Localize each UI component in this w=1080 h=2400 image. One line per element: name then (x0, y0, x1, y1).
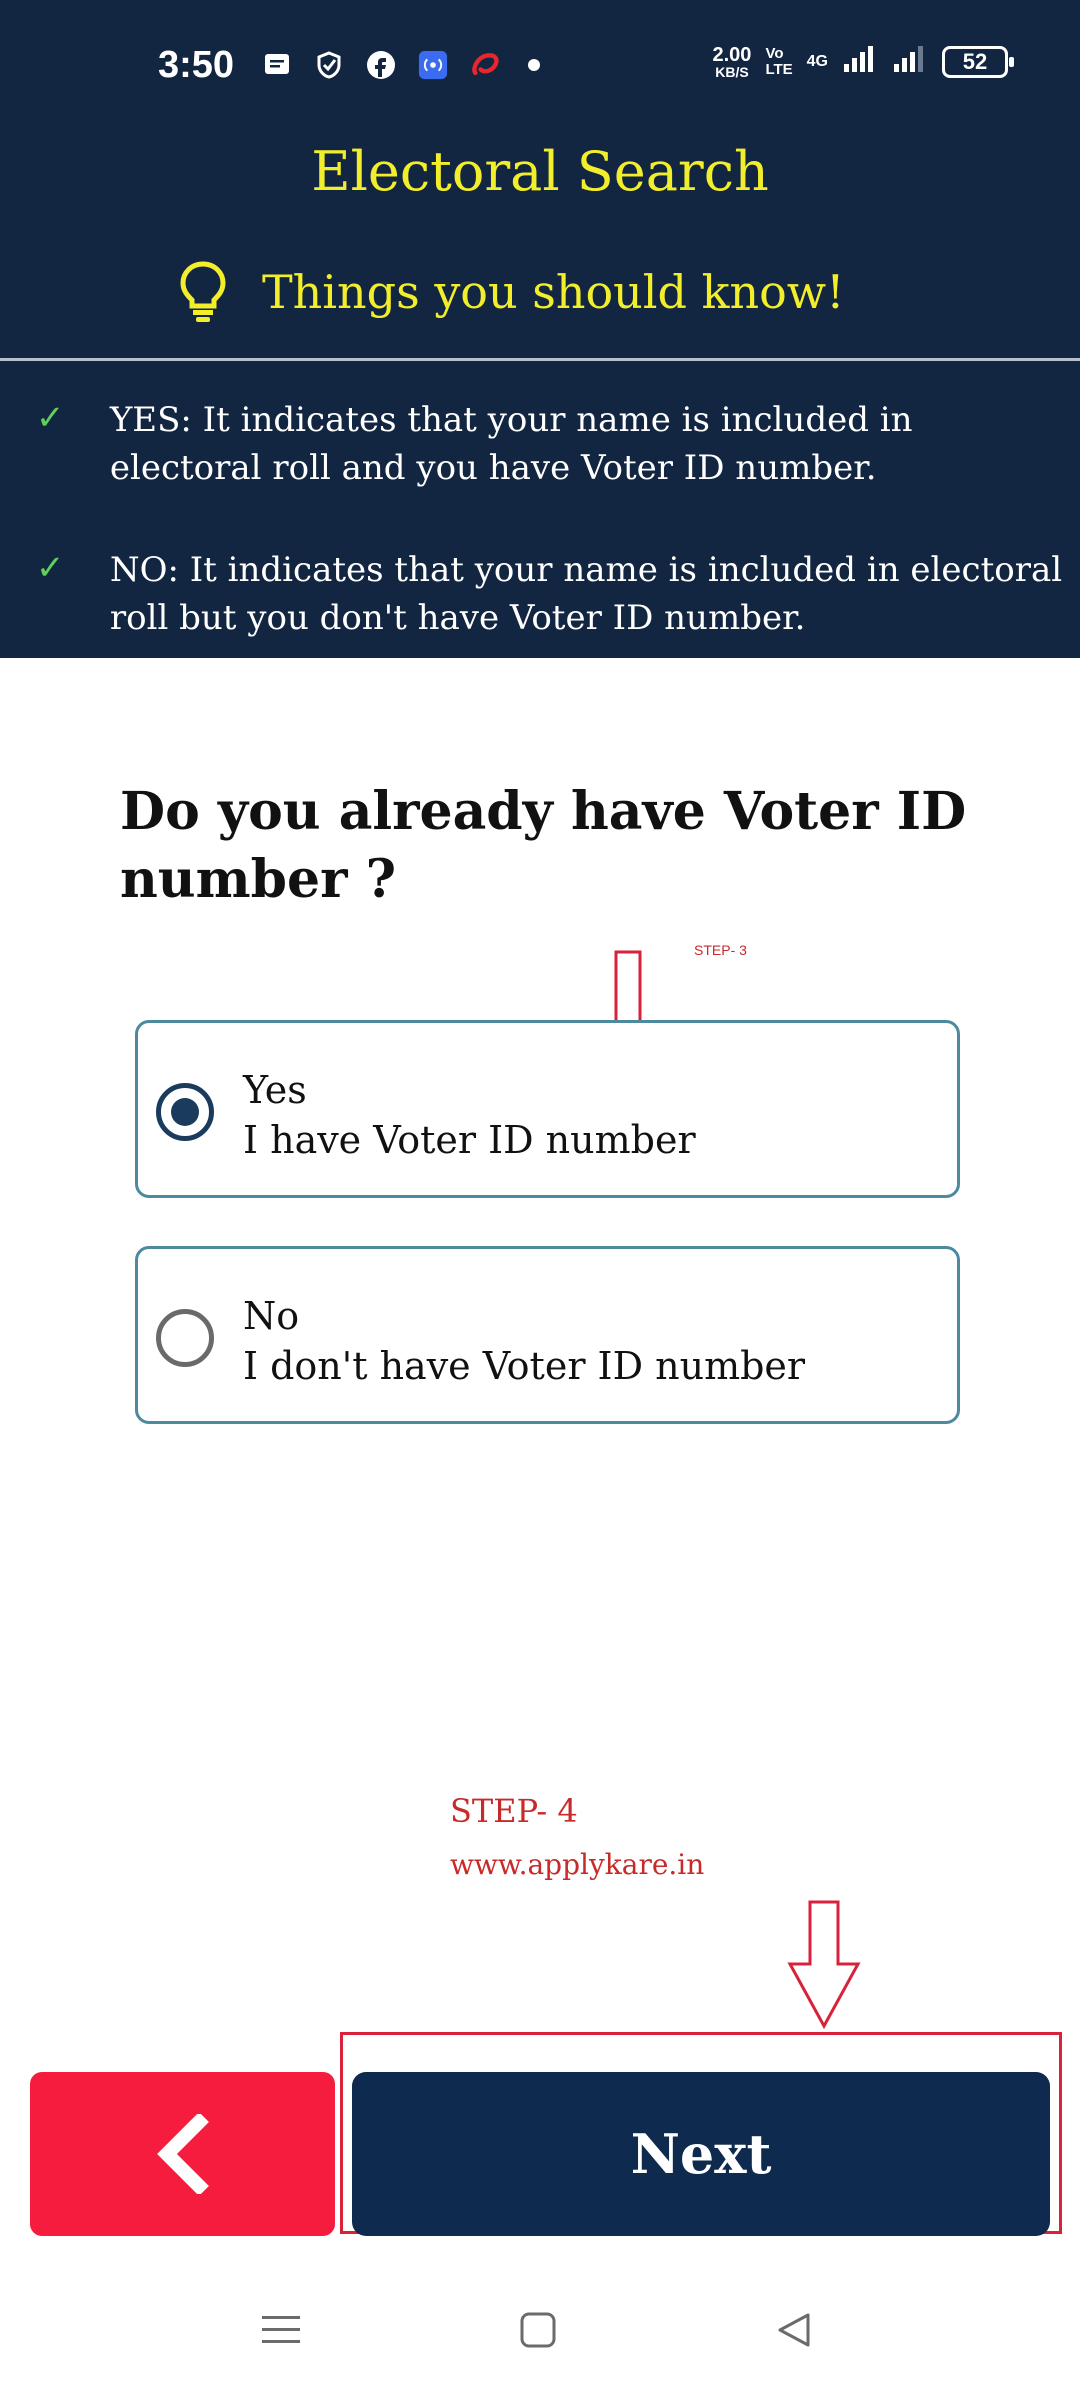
facebook-icon (366, 50, 396, 80)
radio-unselected-icon[interactable] (156, 1309, 214, 1367)
network-type: 4G (806, 52, 828, 70)
shield-check-icon (314, 50, 344, 80)
signal-icon-2 (892, 44, 928, 79)
lightbulb-icon (180, 261, 226, 322)
checkmark-icon: ✓ (36, 548, 65, 588)
status-bar: 3:50 2.00 KB/S Vo LTE 4G 52 (0, 0, 1080, 104)
home-icon[interactable] (520, 2312, 556, 2348)
option-yes-text: Yes I have Voter ID number (243, 1065, 696, 1165)
option-no-description: I don't have Voter ID number (243, 1344, 806, 1388)
info-item-no: ✓ NO: It indicates that your name is inc… (36, 546, 1066, 642)
menu-icon[interactable] (262, 2312, 300, 2348)
info-text-yes: YES: It indicates that your name is incl… (109, 400, 913, 488)
step3-annotation: STEP- 3 (694, 942, 747, 958)
speed-value: 2.00 (712, 43, 752, 66)
status-time: 3:50 (158, 44, 235, 86)
page-title: Electoral Search (311, 140, 769, 203)
option-no[interactable]: No I don't have Voter ID number (135, 1246, 960, 1424)
question-heading: Do you already have Voter ID number ? (120, 781, 967, 910)
status-right: 2.00 KB/S Vo LTE 4G 52 (713, 44, 1014, 79)
info-text-no: NO: It indicates that your name is inclu… (109, 550, 1063, 638)
hotspot-icon (418, 50, 448, 80)
things-to-know-label: Things you should know! (262, 265, 845, 319)
volte-indicator: Vo LTE (765, 44, 793, 78)
airtel-icon (470, 50, 500, 80)
site-watermark: www.applykare.in (450, 1848, 705, 1881)
step4-annotation: STEP- 4 (450, 1792, 578, 1830)
checkmark-icon: ✓ (36, 398, 65, 438)
info-item-yes: ✓ YES: It indicates that your name is in… (36, 396, 1066, 492)
info-header: Electoral Search Things you should know!… (0, 104, 1080, 658)
battery-indicator: 52 (942, 45, 1014, 78)
down-arrow-icon (787, 1900, 861, 2030)
radio-selected-icon[interactable] (156, 1083, 214, 1141)
option-yes-title: Yes (243, 1068, 307, 1112)
things-to-know-heading: Things you should know! (178, 260, 845, 324)
option-no-title: No (243, 1294, 300, 1338)
chevron-left-icon (156, 2114, 209, 2194)
option-no-text: No I don't have Voter ID number (243, 1291, 805, 1391)
option-yes-description: I have Voter ID number (243, 1118, 696, 1162)
volte-bottom: LTE (765, 60, 793, 78)
next-button[interactable]: Next (352, 2072, 1050, 2236)
signal-icon (842, 44, 878, 79)
speed-unit: KB/S (715, 63, 749, 80)
volte-top: Vo (765, 44, 784, 62)
option-yes[interactable]: Yes I have Voter ID number (135, 1020, 960, 1198)
more-notifications-dot (528, 59, 540, 71)
message-icon (262, 50, 292, 80)
network-speed: 2.00 KB/S (713, 45, 752, 79)
header-divider (0, 358, 1080, 361)
back-triangle-icon[interactable] (776, 2312, 812, 2348)
notification-icons (262, 50, 540, 80)
system-navigation-bar (0, 2270, 1080, 2400)
back-button[interactable] (30, 2072, 335, 2236)
